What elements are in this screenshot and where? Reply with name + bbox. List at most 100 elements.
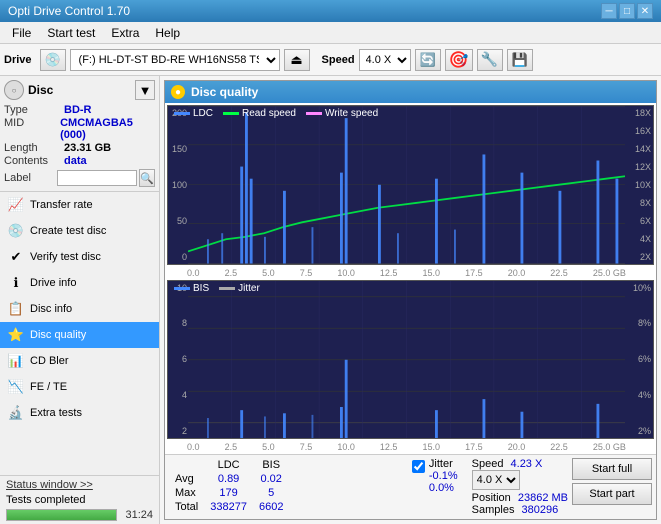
sidebar-item-disc-info[interactable]: 📋 Disc info — [0, 296, 159, 322]
chart-bottom-svg — [188, 281, 625, 439]
minimize-button[interactable]: ─ — [601, 3, 617, 19]
close-button[interactable]: ✕ — [637, 3, 653, 19]
legend-bis-label: BIS — [193, 283, 209, 294]
disc-contents-val: data — [64, 155, 87, 167]
legend-read-color — [223, 112, 239, 115]
sidebar-item-create-test-disc[interactable]: 💿 Create test disc — [0, 218, 159, 244]
sidebar-label-verify-disc: Verify test disc — [30, 251, 101, 263]
stats-table: LDC BIS Avg 0.89 0.02 Max 179 5 — [169, 458, 408, 514]
jitter-section: Jitter -0.1% 0.0% — [412, 458, 458, 494]
stats-header-row: LDC BIS — [169, 458, 289, 472]
content-area: ● Disc quality LDC Read speed — [160, 76, 661, 524]
legend-jitter-color — [219, 287, 235, 290]
sidebar-label-extra-tests: Extra tests — [30, 407, 82, 419]
speed-val: 4.23 X — [511, 458, 543, 470]
sidebar-item-disc-quality[interactable]: ⭐ Disc quality — [0, 322, 159, 348]
chart-top-legend: LDC Read speed Write speed — [174, 108, 378, 119]
disc-contents-key: Contents — [4, 155, 64, 167]
refresh-button[interactable]: 🔄 — [415, 49, 441, 71]
drive-label: Drive — [4, 54, 32, 66]
drive-icon-btn[interactable]: 💿 — [40, 49, 66, 71]
disc-panel-title: Disc — [28, 83, 131, 97]
sidebar-item-fe-te[interactable]: 📉 FE / TE — [0, 374, 159, 400]
charts-wrapper: LDC Read speed Write speed — [165, 103, 656, 454]
progress-row: 31:24 — [6, 509, 153, 521]
disc-panel-expand[interactable]: ▼ — [135, 80, 155, 100]
legend-ldc: LDC — [174, 108, 213, 119]
samples-label: Samples — [472, 504, 515, 516]
menu-help[interactable]: Help — [147, 24, 188, 42]
disc-panel-header: ○ Disc ▼ — [4, 80, 155, 100]
legend-write-color — [306, 112, 322, 115]
sidebar-item-verify-test-disc[interactable]: ✔ Verify test disc — [0, 244, 159, 270]
menu-extra[interactable]: Extra — [103, 24, 147, 42]
legend-jitter-label: Jitter — [238, 283, 260, 294]
x-axis-labels: 0.0 2.5 5.0 7.5 10.0 12.5 15.0 17.5 20.0… — [167, 267, 654, 278]
status-area: Status window >> Tests completed 31:24 — [0, 475, 159, 524]
status-text: Tests completed — [6, 494, 153, 506]
position-label: Position — [472, 492, 511, 504]
avg-bis: 0.02 — [253, 472, 289, 486]
sidebar-item-cd-bler[interactable]: 📊 CD Bler — [0, 348, 159, 374]
chart-top-y-axis-left: 200 150 100 50 0 — [168, 106, 188, 264]
chart-top-y-axis-right: 18X 16X 14X 12X 10X 8X 6X 4X 2X — [625, 106, 653, 264]
jitter-checkbox[interactable] — [412, 460, 425, 473]
speed-select[interactable]: 4.0 X — [359, 49, 411, 71]
stats-total-row: Total 338277 6602 — [169, 500, 289, 514]
chart-bottom-y-axis-right: 10% 8% 6% 4% 2% — [625, 281, 653, 439]
label-input[interactable] — [57, 170, 137, 186]
max-bis: 5 — [253, 486, 289, 500]
jitter-values: Jitter -0.1% 0.0% — [429, 458, 458, 494]
legend-bis: BIS — [174, 283, 209, 294]
settings-btn1[interactable]: 🎯 — [445, 49, 473, 71]
disc-length-key: Length — [4, 142, 64, 154]
chart-title: Disc quality — [191, 85, 258, 99]
menu-starttest[interactable]: Start test — [39, 24, 103, 42]
extra-tests-icon: 🔬 — [8, 405, 24, 421]
menu-file[interactable]: File — [4, 24, 39, 42]
chart-bottom: BIS Jitter — [167, 280, 654, 440]
save-button[interactable]: 💾 — [507, 49, 533, 71]
settings-btn2[interactable]: 🔧 — [477, 49, 503, 71]
chart-bottom-legend: BIS Jitter — [174, 283, 260, 294]
disc-icon: ○ — [4, 80, 24, 100]
chart-header: ● Disc quality — [165, 81, 656, 103]
sidebar-label-transfer-rate: Transfer rate — [30, 199, 93, 211]
start-part-button[interactable]: Start part — [572, 483, 652, 505]
total-label: Total — [169, 500, 204, 514]
maximize-button[interactable]: □ — [619, 3, 635, 19]
jitter-max-val: 0.0% — [429, 482, 454, 494]
chart-top: LDC Read speed Write speed — [167, 105, 654, 265]
disc-type-row: Type BD-R — [4, 104, 155, 116]
chart-bottom-y-axis-left: 10 8 6 4 2 — [168, 281, 188, 439]
stats-area: LDC BIS Avg 0.89 0.02 Max 179 5 — [165, 454, 656, 519]
disc-type-key: Type — [4, 104, 64, 116]
eject-button[interactable]: ⏏ — [284, 49, 310, 71]
jitter-avg-val: -0.1% — [429, 470, 458, 482]
title-bar: Opti Drive Control 1.70 ─ □ ✕ — [0, 0, 661, 22]
sidebar-label-disc-info: Disc info — [30, 303, 72, 315]
sidebar-item-transfer-rate[interactable]: 📈 Transfer rate — [0, 192, 159, 218]
start-full-button[interactable]: Start full — [572, 458, 652, 480]
avg-ldc: 0.89 — [204, 472, 253, 486]
speed-dropdown[interactable]: 4.0 X — [472, 470, 520, 490]
max-ldc: 179 — [204, 486, 253, 500]
progress-fill — [7, 510, 116, 520]
status-row: Tests completed — [6, 494, 153, 506]
chart-top-svg — [188, 106, 625, 264]
speed-section: Speed 4.23 X 4.0 X Position 23862 MB Sam… — [472, 458, 568, 516]
status-window-btn[interactable]: Status window >> — [6, 479, 93, 491]
transfer-rate-icon: 📈 — [8, 197, 24, 213]
disc-quality-icon: ⭐ — [8, 327, 24, 343]
disc-length-row: Length 23.31 GB — [4, 142, 155, 154]
stats-max-row: Max 179 5 — [169, 486, 289, 500]
chart-container: ● Disc quality LDC Read speed — [164, 80, 657, 520]
label-edit-btn[interactable]: 🔍 — [139, 169, 155, 187]
position-val: 23862 MB — [518, 492, 568, 504]
fe-te-icon: 📉 — [8, 379, 24, 395]
drive-select[interactable]: (F:) HL-DT-ST BD-RE WH16NS58 TST4 — [70, 49, 280, 71]
legend-write-label: Write speed — [325, 108, 378, 119]
sidebar-item-extra-tests[interactable]: 🔬 Extra tests — [0, 400, 159, 426]
sidebar-item-drive-info[interactable]: ℹ Drive info — [0, 270, 159, 296]
disc-type-val: BD-R — [64, 104, 92, 116]
